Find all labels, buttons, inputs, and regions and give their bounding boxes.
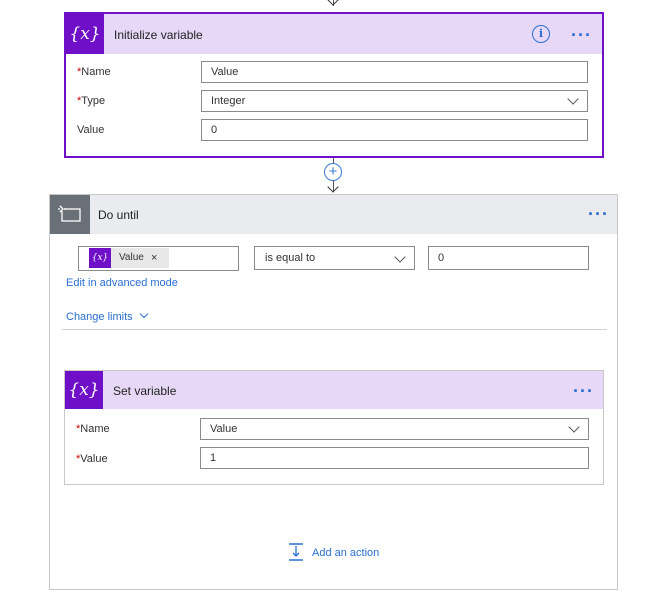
initialize-variable-header[interactable]: {x} Initialize variable i ··· xyxy=(66,14,602,54)
more-options-icon[interactable]: ··· xyxy=(573,382,594,400)
chevron-down-icon xyxy=(394,251,406,263)
do-until-icon xyxy=(50,195,90,234)
name-label: *Name xyxy=(76,423,110,435)
condition-operator-select[interactable]: is equal to xyxy=(254,246,415,270)
do-until-title: Do until xyxy=(98,208,139,222)
set-variable-header[interactable]: {x} Set variable ··· xyxy=(65,371,603,409)
name-label: *Name xyxy=(77,66,111,78)
value-input[interactable]: 1 xyxy=(200,447,589,469)
info-icon[interactable]: i xyxy=(532,25,550,43)
chevron-down-icon xyxy=(139,309,148,319)
type-select[interactable]: Integer xyxy=(201,90,588,112)
value-input[interactable]: 0 xyxy=(201,119,588,141)
set-variable-title: Set variable xyxy=(113,384,177,398)
operator-value: is equal to xyxy=(265,252,316,264)
condition-left-operand[interactable]: {x} Value × xyxy=(78,246,239,271)
set-variable-card[interactable]: {x} Set variable ··· *Name Value *Value … xyxy=(64,370,604,485)
do-until-header[interactable]: Do until ··· xyxy=(50,195,617,234)
type-label: *Type xyxy=(77,95,106,107)
more-options-icon[interactable]: ··· xyxy=(588,205,609,223)
value-label: *Value xyxy=(76,453,108,465)
variable-icon: {x} xyxy=(89,248,111,268)
condition-right-operand[interactable]: 0 xyxy=(428,246,589,270)
chevron-down-icon xyxy=(567,93,579,105)
add-action-button[interactable]: Add an action xyxy=(287,542,387,564)
chevron-down-icon xyxy=(568,421,580,433)
add-action-label: Add an action xyxy=(312,547,380,559)
edit-advanced-mode-link[interactable]: Edit in advanced mode xyxy=(66,277,178,289)
name-select[interactable]: Value xyxy=(200,418,589,440)
initialize-variable-title: Initialize variable xyxy=(114,28,203,42)
change-limits-link[interactable]: Change limits xyxy=(66,309,148,323)
add-action-icon xyxy=(287,542,305,565)
token-remove-icon[interactable]: × xyxy=(151,248,157,269)
initialize-variable-card[interactable]: {x} Initialize variable i ··· *Name Valu… xyxy=(64,12,604,158)
insert-step-plus-icon[interactable]: + xyxy=(324,163,342,181)
value-label: Value xyxy=(77,124,105,136)
more-options-icon[interactable]: ··· xyxy=(571,26,592,44)
variable-icon: {x} xyxy=(66,14,104,54)
dynamic-content-token[interactable]: {x} Value × xyxy=(89,248,169,268)
type-select-value: Integer xyxy=(211,95,246,107)
top-connector-arrow-icon xyxy=(327,0,339,6)
do-until-divider xyxy=(62,329,607,330)
name-select-value: Value xyxy=(210,423,238,435)
middle-connector-arrow-icon xyxy=(327,181,339,193)
token-label: Value xyxy=(119,252,144,263)
variable-icon: {x} xyxy=(65,371,103,409)
name-input[interactable]: Value xyxy=(201,61,588,83)
